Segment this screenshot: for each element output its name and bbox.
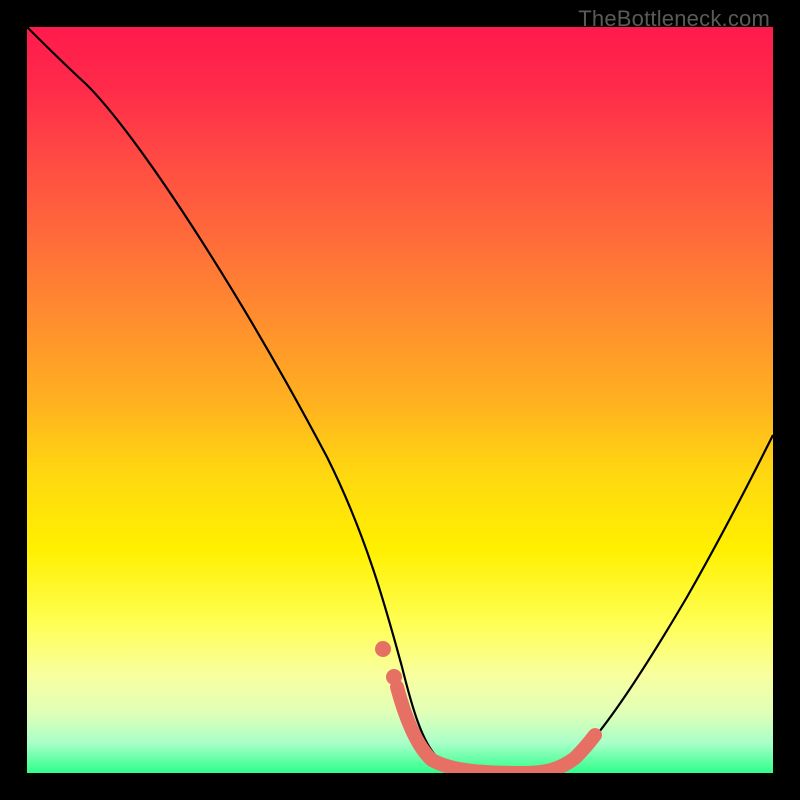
highlight-dot-2 [386, 669, 402, 685]
highlight-segment [397, 687, 595, 773]
primary-curve [27, 27, 773, 772]
chart-stage: TheBottleneck.com [0, 0, 800, 800]
watermark-text: TheBottleneck.com [578, 6, 770, 32]
curve-layer [27, 27, 773, 773]
plot-area [27, 27, 773, 773]
highlight-dot-1 [375, 641, 391, 657]
